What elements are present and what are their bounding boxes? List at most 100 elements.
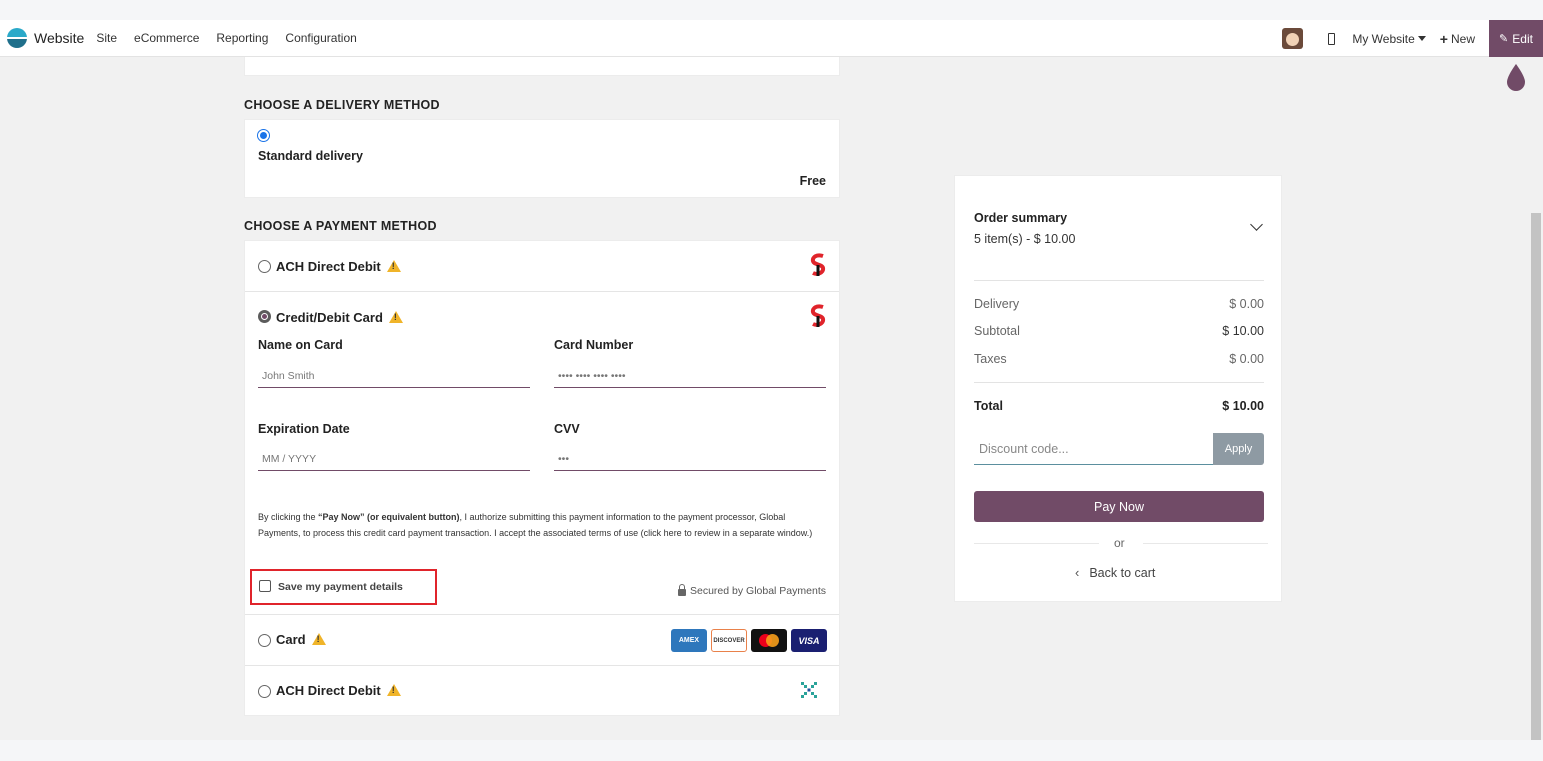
payment-consent-text: By clicking the “Pay Now” (or equivalent… xyxy=(258,510,830,541)
divider xyxy=(974,280,1264,281)
app-brand[interactable]: Website xyxy=(7,28,84,48)
or-line-left xyxy=(974,543,1099,544)
consent-text-bold: “Pay Now” (or equivalent button) xyxy=(318,512,460,522)
delivery-section-title: CHOOSE A DELIVERY METHOD xyxy=(244,98,440,112)
menu-site[interactable]: Site xyxy=(96,31,117,45)
new-label: New xyxy=(1450,31,1475,46)
cvv-label: CVV xyxy=(554,422,580,436)
payment-section-title: CHOOSE A PAYMENT METHOD xyxy=(244,219,437,233)
save-payment-label[interactable]: Save my payment details xyxy=(278,581,403,593)
warning-icon xyxy=(386,260,401,272)
summary-total-label: Total xyxy=(974,399,1003,413)
order-summary-title: Order summary xyxy=(974,211,1068,225)
payment-radio-card[interactable] xyxy=(258,634,271,647)
warning-icon xyxy=(386,684,401,696)
global-payments-logo-icon xyxy=(810,304,826,327)
edit-label: Edit xyxy=(1512,31,1533,46)
summary-delivery-value: $ 0.00 xyxy=(1229,297,1264,311)
visa-icon: VISA xyxy=(791,629,827,652)
payment-label-card: Card xyxy=(276,632,326,647)
summary-row-total: Total $ 10.00 xyxy=(974,399,1264,413)
divider xyxy=(974,382,1264,383)
name-on-card-label: Name on Card xyxy=(258,338,343,352)
caret-down-icon xyxy=(1417,36,1426,41)
warning-icon xyxy=(311,633,326,645)
app-name: Website xyxy=(34,30,85,46)
edit-button[interactable]: ✎ Edit xyxy=(1489,20,1543,57)
summary-row-subtotal: Subtotal $ 10.00 xyxy=(974,324,1264,338)
menu-ecommerce[interactable]: eCommerce xyxy=(134,31,199,45)
payment-label-credit-card-text: Credit/Debit Card xyxy=(276,310,383,325)
my-website-dropdown[interactable]: My Website xyxy=(1352,31,1426,46)
consent-text-part1: By clicking the xyxy=(258,512,319,522)
amex-icon: AMEX xyxy=(671,629,707,652)
payment-method-ach-2[interactable]: ACH Direct Debit xyxy=(245,666,839,717)
or-line-right xyxy=(1143,543,1268,544)
lock-icon xyxy=(678,584,686,596)
topbar-actions: My Website + New ✎ Edit xyxy=(1282,20,1543,57)
user-avatar[interactable] xyxy=(1282,28,1304,49)
new-button[interactable]: + New xyxy=(1440,31,1475,47)
cvv-input[interactable] xyxy=(554,447,826,471)
mastercard-icon xyxy=(751,629,787,652)
chevron-down-icon[interactable] xyxy=(1250,218,1263,231)
delivery-card: Standard delivery Free xyxy=(244,119,840,198)
payment-radio-ach-1[interactable] xyxy=(258,260,271,273)
payment-label-ach-2: ACH Direct Debit xyxy=(276,683,401,698)
menu-configuration[interactable]: Configuration xyxy=(285,31,356,45)
delivery-radio[interactable] xyxy=(257,129,270,142)
my-website-label: My Website xyxy=(1352,31,1415,46)
payment-radio-credit-card[interactable] xyxy=(258,310,271,323)
summary-subtotal-label: Subtotal xyxy=(974,324,1020,338)
warning-icon xyxy=(388,311,403,323)
payment-label-ach-1-text: ACH Direct Debit xyxy=(276,259,381,274)
theme-drop-icon[interactable] xyxy=(1505,62,1527,92)
mobile-preview-icon[interactable] xyxy=(1328,32,1336,45)
payment-method-credit-card: Credit/Debit Card Name on Card Card Numb… xyxy=(245,292,839,615)
order-summary-card: Order summary 5 item(s) - $ 10.00 Delive… xyxy=(954,175,1282,602)
expiration-date-label: Expiration Date xyxy=(258,422,350,436)
discount-code-input[interactable] xyxy=(974,433,1213,465)
summary-row-delivery: Delivery $ 0.00 xyxy=(974,297,1264,311)
expiration-date-input[interactable] xyxy=(258,447,530,471)
global-payments-logo-icon xyxy=(810,253,826,276)
payment-radio-ach-2[interactable] xyxy=(258,685,271,698)
apply-discount-button[interactable]: Apply xyxy=(1213,433,1264,465)
summary-row-taxes: Taxes $ 0.00 xyxy=(974,352,1264,366)
app-frame: Website Site eCommerce Reporting Configu… xyxy=(0,20,1543,740)
summary-subtotal-value: $ 10.00 xyxy=(1222,324,1264,338)
payment-label-card-text: Card xyxy=(276,632,306,647)
payment-label-credit-card: Credit/Debit Card xyxy=(276,310,403,325)
card-number-input[interactable] xyxy=(554,364,826,388)
card-brand-logos: AMEX DISCOVER VISA xyxy=(667,629,827,652)
secured-label: Secured by Global Payments xyxy=(690,585,826,597)
or-label: or xyxy=(1114,536,1125,550)
payment-label-ach-1: ACH Direct Debit xyxy=(276,259,401,274)
name-on-card-input[interactable] xyxy=(258,364,530,388)
delivery-price: Free xyxy=(799,174,826,188)
delivery-option-label: Standard delivery xyxy=(258,149,363,163)
menu-reporting[interactable]: Reporting xyxy=(216,31,268,45)
payment-method-card[interactable]: Card AMEX DISCOVER VISA xyxy=(245,615,839,666)
top-navbar: Website Site eCommerce Reporting Configu… xyxy=(0,20,1543,57)
back-to-cart-label: Back to cart xyxy=(1089,565,1156,580)
back-to-cart-link[interactable]: ‹ Back to cart xyxy=(1075,565,1155,580)
summary-taxes-value: $ 0.00 xyxy=(1229,352,1264,366)
or-separator: or xyxy=(974,536,1268,550)
save-payment-checkbox[interactable] xyxy=(259,580,271,592)
summary-delivery-label: Delivery xyxy=(974,297,1020,311)
secured-badge: Secured by Global Payments xyxy=(678,584,826,597)
ach-network-icon xyxy=(801,682,817,698)
chevron-left-icon: ‹ xyxy=(1075,565,1080,580)
main-menu: Site eCommerce Reporting Configuration xyxy=(96,31,373,45)
card-number-label: Card Number xyxy=(554,338,634,352)
payment-method-ach-1[interactable]: ACH Direct Debit xyxy=(245,241,839,292)
pay-now-button[interactable]: Pay Now xyxy=(974,491,1264,522)
order-summary-items: 5 item(s) - $ 10.00 xyxy=(974,232,1076,246)
website-app-icon xyxy=(7,28,27,48)
summary-taxes-label: Taxes xyxy=(974,352,1007,366)
pencil-icon: ✎ xyxy=(1499,33,1509,45)
payment-card: ACH Direct Debit Credit/Debit Card Name … xyxy=(244,240,840,716)
page-scrollbar[interactable] xyxy=(1531,213,1541,740)
plus-icon: + xyxy=(1439,30,1448,47)
